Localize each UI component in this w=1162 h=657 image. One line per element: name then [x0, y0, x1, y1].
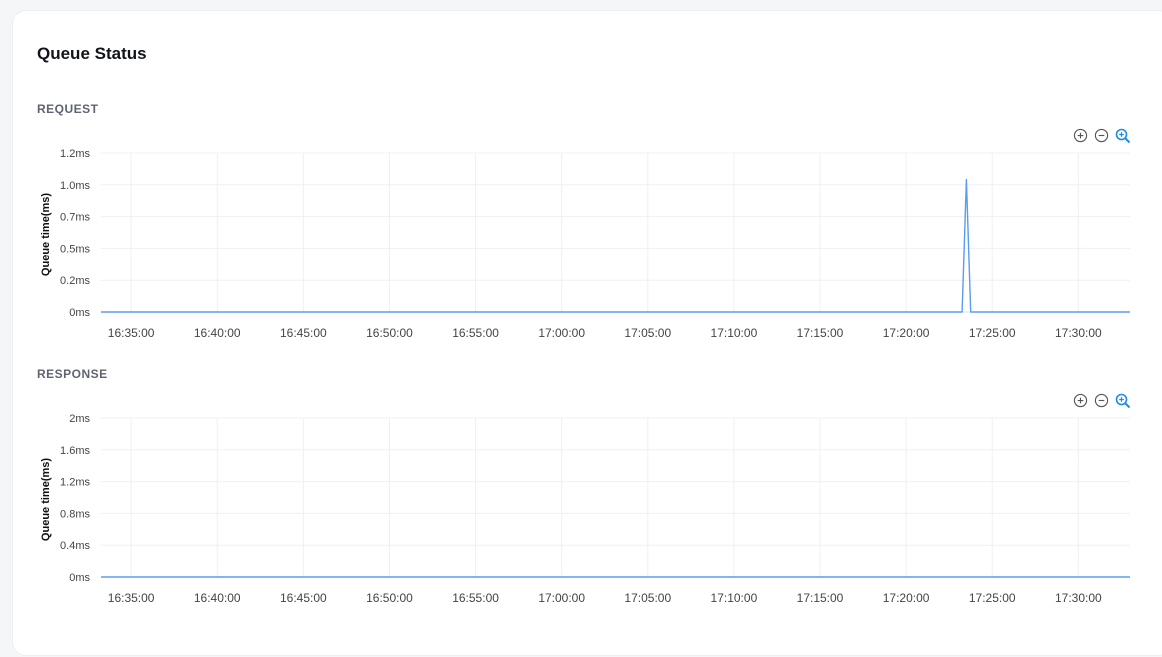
x-tick-label: 17:30:00 — [1055, 591, 1102, 605]
y-tick-label: 0ms — [69, 572, 90, 584]
y-tick-label: 0.4ms — [60, 540, 90, 552]
x-tick-label: 16:40:00 — [194, 591, 241, 605]
x-tick-label: 17:00:00 — [538, 591, 585, 605]
x-tick-label: 16:35:00 — [108, 591, 155, 605]
x-tick-label: 17:15:00 — [797, 591, 844, 605]
x-tick-label: 16:45:00 — [280, 591, 327, 605]
y-axis-title: Queue time(ms) — [40, 458, 52, 541]
x-tick-label: 17:20:00 — [883, 591, 930, 605]
y-tick-label: 1.2ms — [60, 477, 90, 489]
response-queue-time-chart: 0ms 0.4ms 0.8ms 1.2ms 1.6ms 2ms 16:35:00 16:40:… — [40, 413, 1130, 605]
y-tick-label: 2ms — [69, 413, 90, 425]
x-tick-label: 16:55:00 — [452, 591, 499, 605]
x-tick-label: 17:10:00 — [711, 591, 758, 605]
y-tick-label: 0.8ms — [60, 508, 90, 520]
x-tick-label: 16:50:00 — [366, 591, 413, 605]
x-tick-label: 17:25:00 — [969, 591, 1016, 605]
x-tick-label: 17:05:00 — [624, 591, 671, 605]
y-tick-label: 1.6ms — [60, 445, 90, 457]
